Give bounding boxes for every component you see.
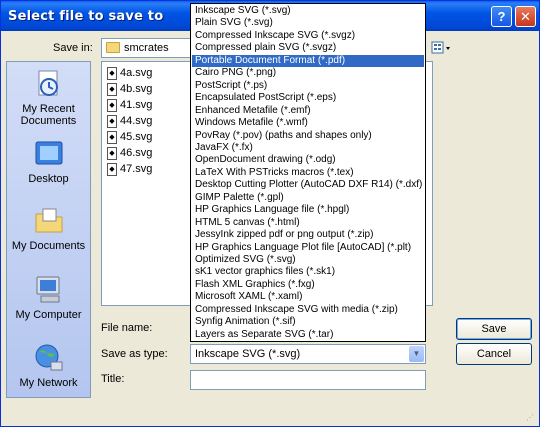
save-in-label: Save in: xyxy=(53,42,93,54)
save-in-combobox[interactable]: smcrates xyxy=(101,38,193,58)
file-name: 41.svg xyxy=(120,99,153,111)
place-my-computer[interactable]: My Computer xyxy=(7,274,90,321)
dropdown-option[interactable]: sK1 vector graphics files (*.sk1) xyxy=(192,266,424,278)
svg-file-icon: ◆ xyxy=(107,99,117,112)
desktop-icon xyxy=(35,141,62,165)
dropdown-option[interactable]: LaTeX With PSTricks macros (*.tex) xyxy=(192,167,424,179)
dropdown-option[interactable]: Inkscape SVG (*.svg) xyxy=(192,5,424,17)
places-bar: My Recent Documents Desktop My Documents… xyxy=(6,61,91,398)
file-name: 44.svg xyxy=(120,115,153,127)
recent-documents-icon xyxy=(38,70,58,96)
dropdown-option[interactable]: Desktop Cutting Plotter (AutoCAD DXF R14… xyxy=(192,179,424,191)
place-my-network[interactable]: My Network xyxy=(7,342,90,389)
save-in-value: smcrates xyxy=(124,42,169,54)
dialog-title: Select file to save to xyxy=(8,9,164,24)
views-menu-button[interactable] xyxy=(430,39,452,57)
dropdown-option[interactable]: HP Graphics Language Plot file [AutoCAD]… xyxy=(192,242,424,254)
dropdown-option[interactable]: Compressed plain SVG (*.svgz) xyxy=(192,42,424,54)
svg-file-icon: ◆ xyxy=(107,67,117,80)
title-label: Title: xyxy=(101,373,125,385)
file-name: 4a.svg xyxy=(120,67,153,79)
my-documents-icon xyxy=(35,208,62,233)
dropdown-option[interactable]: Plain SVG (*.svg) xyxy=(192,17,424,29)
file-name: 45.svg xyxy=(120,131,153,143)
place-my-documents[interactable]: My Documents xyxy=(7,205,90,252)
place-label: My Network xyxy=(19,377,78,389)
dropdown-option[interactable]: Compressed Inkscape SVG with media (*.zi… xyxy=(192,304,424,316)
svg-file-icon: ◆ xyxy=(107,131,117,144)
file-name: 46.svg xyxy=(120,147,153,159)
file-name-label: File name: xyxy=(101,322,153,334)
my-network-icon xyxy=(35,344,62,371)
close-button[interactable]: ✕ xyxy=(515,6,536,27)
dropdown-option[interactable]: PostScript (*.ps) xyxy=(192,80,424,92)
dropdown-option[interactable]: Enhanced Metafile (*.emf) xyxy=(192,105,424,117)
svg-file-icon: ◆ xyxy=(107,115,117,128)
save-as-type-label: Save as type: xyxy=(101,348,168,360)
place-label: My Documents xyxy=(11,240,86,252)
svg-file-icon: ◆ xyxy=(107,163,117,176)
folder-icon xyxy=(106,42,120,53)
save-file-dialog: Select file to save to ? ✕ Save in: smcr… xyxy=(0,0,540,427)
dropdown-option[interactable]: HP Graphics Language file (*.hpgl) xyxy=(192,204,424,216)
chevron-down-icon[interactable]: ▼ xyxy=(409,346,424,362)
dropdown-option[interactable]: HTML 5 canvas (*.html) xyxy=(192,217,424,229)
place-label: My Computer xyxy=(15,309,82,321)
title-field[interactable] xyxy=(190,370,426,390)
my-computer-icon xyxy=(36,276,59,303)
dropdown-option[interactable]: PovRay (*.pov) (paths and shapes only) xyxy=(192,130,424,142)
place-label: Desktop xyxy=(28,173,69,185)
save-button[interactable]: Save xyxy=(456,318,532,340)
dropdown-option[interactable]: GIMP Palette (*.gpl) xyxy=(192,192,424,204)
place-recent-documents[interactable]: My Recent Documents xyxy=(7,68,90,127)
view-menu-icon xyxy=(431,41,450,54)
save-as-type-dropdown-list[interactable]: Inkscape SVG (*.svg) Plain SVG (*.svg) Com… xyxy=(190,3,426,342)
dropdown-option[interactable]: Windows Metafile (*.wmf) xyxy=(192,117,424,129)
dropdown-option[interactable]: OpenDocument drawing (*.odg) xyxy=(192,154,424,166)
dropdown-option[interactable]: Layers as Separate SVG (*.tar) xyxy=(192,329,424,341)
save-as-type-select[interactable]: Inkscape SVG (*.svg) ▼ xyxy=(190,344,426,364)
cancel-button[interactable]: Cancel xyxy=(456,343,532,365)
dropdown-option[interactable]: Optimized SVG (*.svg) xyxy=(192,254,424,266)
dropdown-option[interactable]: Compressed Inkscape SVG (*.svgz) xyxy=(192,30,424,42)
dropdown-option[interactable]: JessyInk zipped pdf or png output (*.zip… xyxy=(192,229,424,241)
svg-file-icon: ◆ xyxy=(107,83,117,96)
dropdown-option[interactable]: Microsoft XAML (*.xaml) xyxy=(192,291,424,303)
dropdown-option[interactable]: Synfig Animation (*.sif) xyxy=(192,316,424,328)
dropdown-option[interactable]: JavaFX (*.fx) xyxy=(192,142,424,154)
resize-gripper-icon[interactable]: ⋰ xyxy=(526,413,536,423)
dropdown-option[interactable]: Encapsulated PostScript (*.eps) xyxy=(192,92,424,104)
svg-file-icon: ◆ xyxy=(107,147,117,160)
save-as-type-value: Inkscape SVG (*.svg) xyxy=(195,348,301,360)
dropdown-option[interactable]: Cairo PNG (*.png) xyxy=(192,67,424,79)
dropdown-option[interactable]: Portable Document Format (*.pdf) xyxy=(192,54,424,67)
dropdown-option[interactable]: Flash XML Graphics (*.fxg) xyxy=(192,279,424,291)
file-name: 4b.svg xyxy=(120,83,153,95)
file-name: 47.svg xyxy=(120,163,153,175)
help-button[interactable]: ? xyxy=(491,6,512,27)
place-label: My Recent Documents xyxy=(20,103,77,127)
place-desktop[interactable]: Desktop xyxy=(7,138,90,185)
